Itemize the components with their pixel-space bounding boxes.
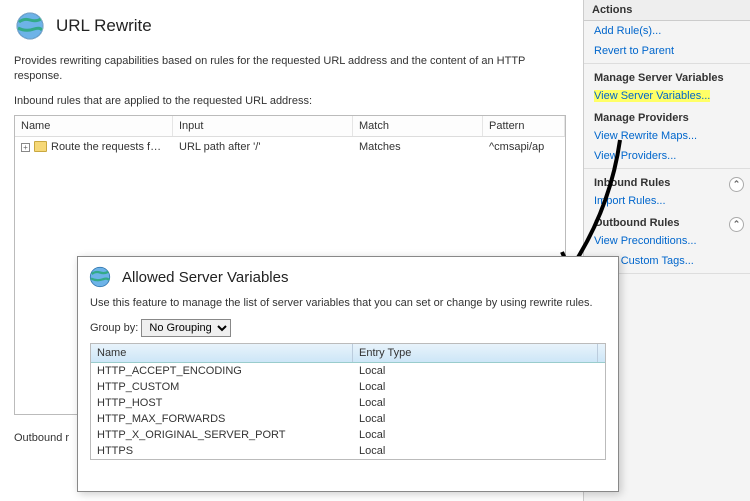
collapse-icon[interactable]: ⌃ xyxy=(729,217,744,232)
dialog-title: Allowed Server Variables xyxy=(122,269,288,286)
var-type-cell: Local xyxy=(353,443,598,459)
var-type-cell: Local xyxy=(353,363,598,379)
var-type-cell: Local xyxy=(353,379,598,395)
rule-name-text: Route the requests for ... xyxy=(51,141,172,153)
groupby-row: Group by: No Grouping xyxy=(78,319,618,343)
vars-row[interactable]: HTTP_X_ORIGINAL_SERVER_PORTLocal xyxy=(91,427,605,443)
col-header-input[interactable]: Input xyxy=(173,116,353,136)
expand-icon[interactable]: + xyxy=(21,143,30,152)
var-type-cell: Local xyxy=(353,427,598,443)
var-name-cell: HTTPS xyxy=(91,443,353,459)
rule-pattern-cell: ^cmsapi/ap xyxy=(483,137,565,157)
inbound-label: Inbound rules that are applied to the re… xyxy=(8,95,572,113)
var-name-cell: HTTP_HOST xyxy=(91,395,353,411)
var-name-cell: HTTP_ACCEPT_ENCODING xyxy=(91,363,353,379)
page-description: Provides rewriting capabilities based on… xyxy=(8,48,572,95)
vars-grid-body: HTTP_ACCEPT_ENCODINGLocalHTTP_CUSTOMLoca… xyxy=(91,363,605,459)
vars-col-name[interactable]: Name xyxy=(91,344,353,362)
manage-providers-section: Manage Providers xyxy=(584,106,750,126)
view-vars-highlight: View Server Variables... xyxy=(594,90,710,102)
import-rules-link[interactable]: Import Rules... xyxy=(584,191,750,211)
vars-row[interactable]: HTTP_CUSTOMLocal xyxy=(91,379,605,395)
vars-grid: Name Entry Type HTTP_ACCEPT_ENCODINGLoca… xyxy=(90,343,606,460)
globe-icon xyxy=(88,265,112,289)
col-header-pattern[interactable]: Pattern xyxy=(483,116,565,136)
page-title: URL Rewrite xyxy=(56,16,152,36)
vars-row[interactable]: HTTP_HOSTLocal xyxy=(91,395,605,411)
folder-icon xyxy=(34,141,47,152)
vars-row[interactable]: HTTPSLocal xyxy=(91,443,605,459)
groupby-select[interactable]: No Grouping xyxy=(141,319,231,337)
col-header-name[interactable]: Name xyxy=(15,116,173,136)
vars-grid-header: Name Entry Type xyxy=(91,344,605,363)
var-type-cell: Local xyxy=(353,395,598,411)
view-providers-link[interactable]: View Providers... xyxy=(584,146,750,166)
rule-match-cell: Matches xyxy=(353,137,483,157)
grid-header: Name Input Match Pattern xyxy=(15,116,565,137)
dialog-description: Use this feature to manage the list of s… xyxy=(78,293,618,319)
var-name-cell: HTTP_X_ORIGINAL_SERVER_PORT xyxy=(91,427,353,443)
page-header: URL Rewrite xyxy=(8,0,572,48)
col-header-match[interactable]: Match xyxy=(353,116,483,136)
var-name-cell: HTTP_CUSTOM xyxy=(91,379,353,395)
var-type-cell: Local xyxy=(353,411,598,427)
rule-input-cell: URL path after '/' xyxy=(173,137,353,157)
outbound-section: Outbound Rules ⌃ xyxy=(584,211,750,231)
vars-row[interactable]: HTTP_ACCEPT_ENCODINGLocal xyxy=(91,363,605,379)
inbound-section: Inbound Rules ⌃ xyxy=(584,171,750,191)
rule-row[interactable]: + Route the requests for ... URL path aft… xyxy=(15,137,565,157)
allowed-vars-dialog: Allowed Server Variables Use this featur… xyxy=(77,256,619,492)
view-vars-link[interactable]: View Server Variables... xyxy=(584,86,750,106)
groupby-label: Group by: xyxy=(90,322,138,334)
dialog-header: Allowed Server Variables xyxy=(78,257,618,293)
view-maps-link[interactable]: View Rewrite Maps... xyxy=(584,126,750,146)
manage-vars-section: Manage Server Variables xyxy=(584,66,750,86)
outbound-truncated-label: Outbound r xyxy=(14,432,69,444)
revert-link[interactable]: Revert to Parent xyxy=(584,41,750,61)
vars-col-type[interactable]: Entry Type xyxy=(353,344,598,362)
add-rules-link[interactable]: Add Rule(s)... xyxy=(584,21,750,41)
rule-name-cell: + Route the requests for ... xyxy=(15,137,173,157)
var-name-cell: HTTP_MAX_FORWARDS xyxy=(91,411,353,427)
actions-title: Actions xyxy=(584,0,750,21)
globe-icon xyxy=(14,10,46,42)
preconditions-link[interactable]: View Preconditions... xyxy=(584,231,750,251)
vars-row[interactable]: HTTP_MAX_FORWARDSLocal xyxy=(91,411,605,427)
outbound-section-label: Outbound Rules xyxy=(594,217,680,229)
inbound-section-label: Inbound Rules xyxy=(594,177,670,189)
collapse-icon[interactable]: ⌃ xyxy=(729,177,744,192)
